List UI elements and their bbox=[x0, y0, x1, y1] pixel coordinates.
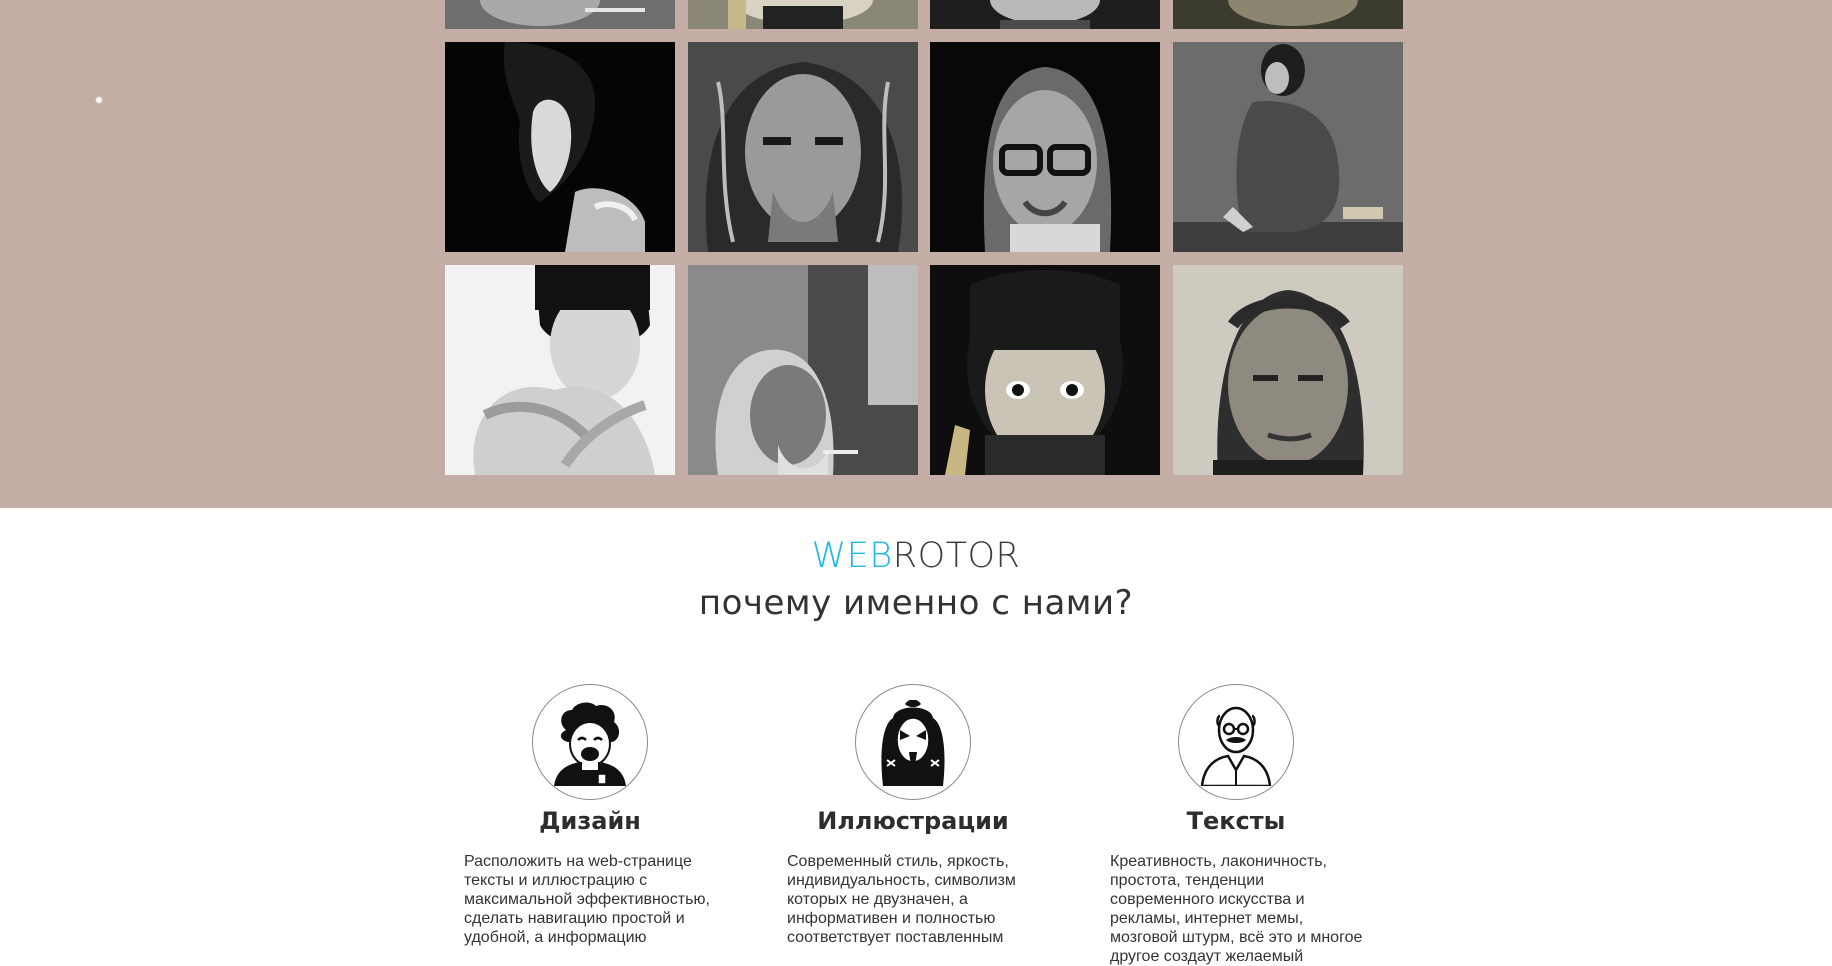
gallery-photo[interactable] bbox=[688, 0, 918, 29]
feature-icon-circle bbox=[532, 684, 648, 800]
gallery-photo[interactable] bbox=[930, 0, 1160, 29]
feature-design: Дизайн Расположить на web-странице текст… bbox=[450, 684, 730, 947]
feature-title: Тексты bbox=[1186, 807, 1286, 835]
portfolio-gallery bbox=[0, 0, 1832, 508]
feature-description: Современный стиль, яркость, индивидуальн… bbox=[787, 853, 1016, 946]
feature-icon-circle bbox=[1178, 684, 1294, 800]
laughing-man-icon bbox=[554, 702, 626, 786]
gallery-photo[interactable] bbox=[688, 265, 918, 475]
kiss-rocker-icon bbox=[881, 700, 945, 786]
gallery-photo[interactable] bbox=[445, 0, 675, 29]
sparkle-decoration bbox=[95, 96, 103, 104]
brand-rest: ROTOR bbox=[892, 536, 1021, 576]
bald-glasses-man-icon bbox=[1200, 706, 1272, 786]
feature-description: Расположить на web-странице тексты и илл… bbox=[464, 853, 710, 946]
feature-title: Иллюстрации bbox=[817, 807, 1009, 835]
feature-title: Дизайн bbox=[539, 807, 641, 835]
brand-name: WEBROTOR bbox=[0, 532, 1832, 580]
gallery-photo[interactable] bbox=[1173, 42, 1403, 252]
section-heading: WEBROTOR почему именно с нами? bbox=[0, 532, 1832, 626]
gallery-photo[interactable] bbox=[930, 42, 1160, 252]
feature-icon-circle bbox=[855, 684, 971, 800]
gallery-photo[interactable] bbox=[930, 265, 1160, 475]
brand-accent: WEB bbox=[811, 536, 893, 576]
gallery-photo[interactable] bbox=[688, 42, 918, 252]
feature-texts: Тексты Креативность, лаконичность, прост… bbox=[1096, 684, 1376, 966]
gallery-photo[interactable] bbox=[1173, 0, 1403, 29]
gallery-photo[interactable] bbox=[445, 42, 675, 252]
feature-description: Креативность, лаконичность, простота, те… bbox=[1110, 853, 1363, 965]
feature-illustrations: Иллюстрации Современный стиль, яркость, … bbox=[773, 684, 1053, 947]
gallery-photo[interactable] bbox=[1173, 265, 1403, 475]
section-tagline: почему именно с нами? bbox=[698, 583, 1134, 623]
gallery-photo[interactable] bbox=[445, 265, 675, 475]
